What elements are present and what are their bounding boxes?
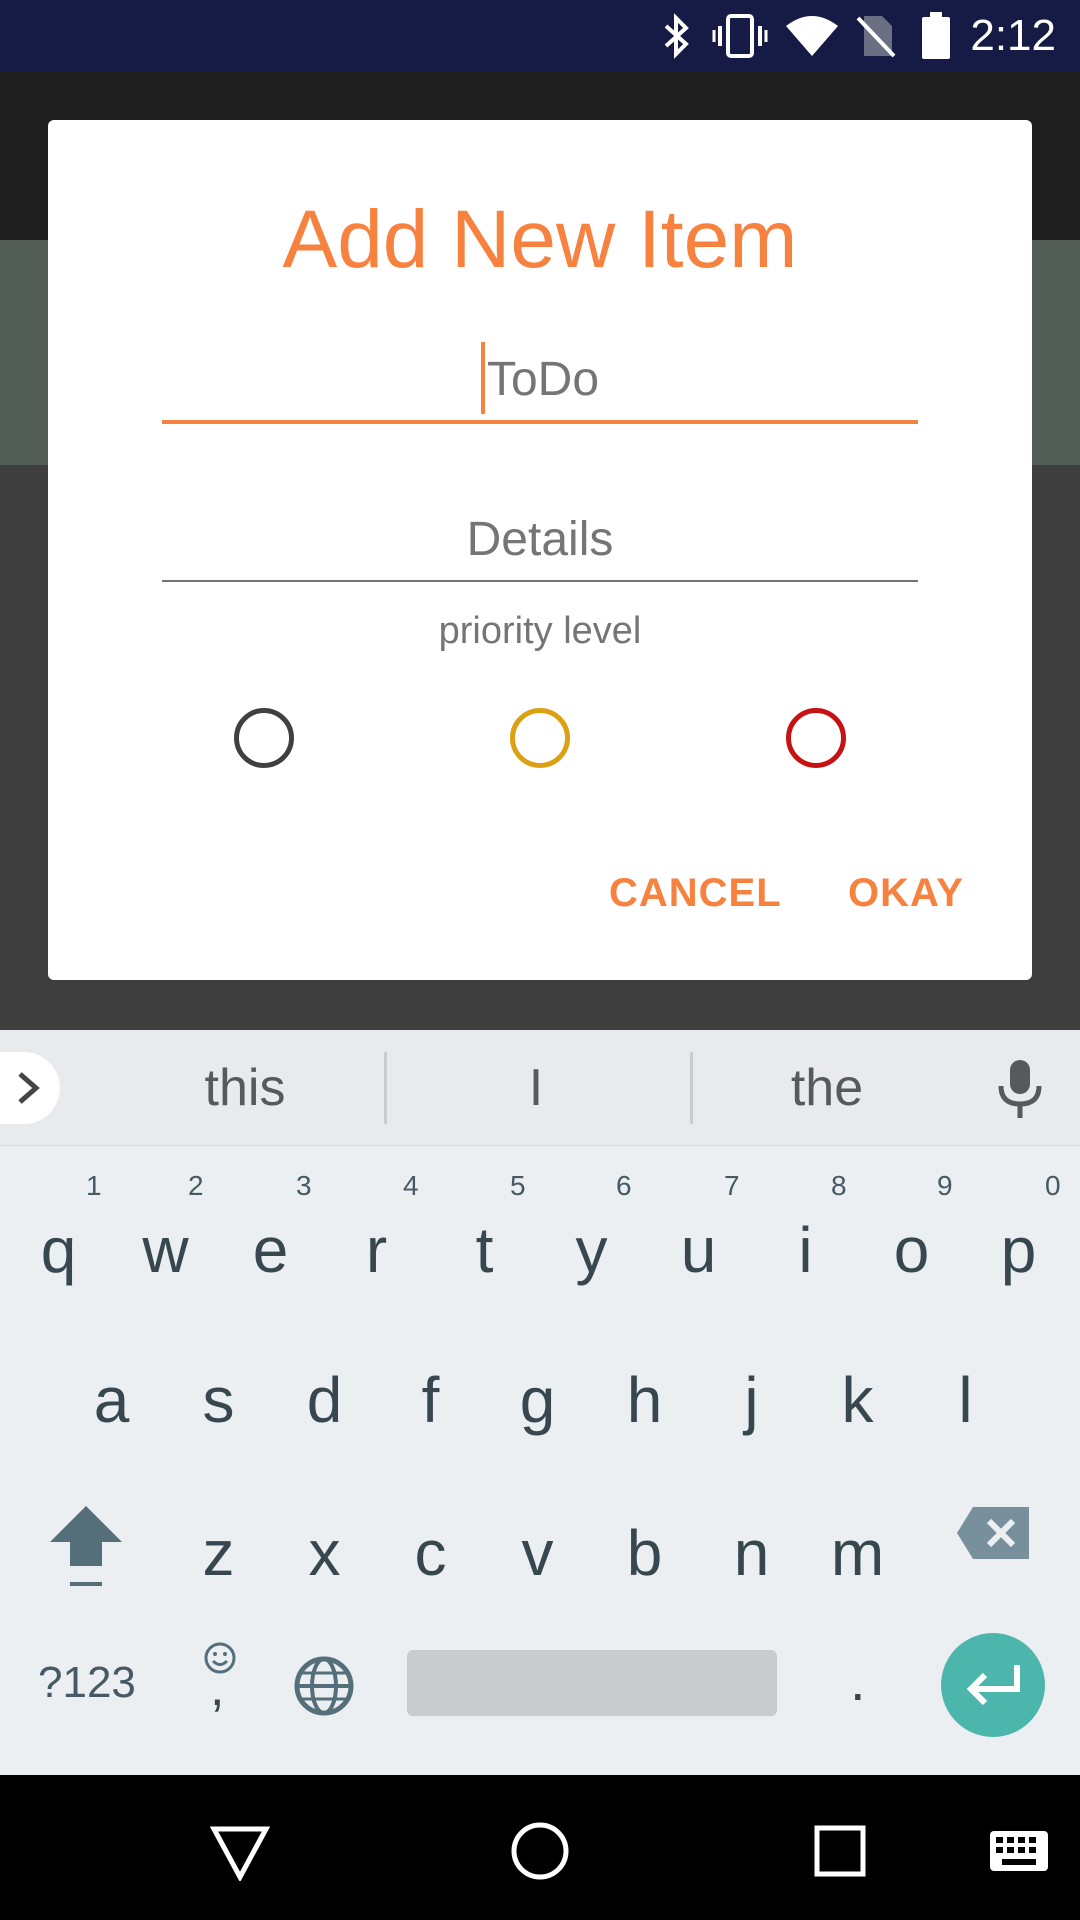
key-hint: 3 xyxy=(296,1170,312,1201)
key-u[interactable]: u xyxy=(645,1210,752,1290)
key-i[interactable]: i xyxy=(752,1210,859,1290)
cancel-button[interactable]: CANCEL xyxy=(609,865,782,921)
symbols-key[interactable]: ?123 xyxy=(38,1658,136,1708)
key-hint: 2 xyxy=(188,1170,204,1201)
key-r[interactable]: r xyxy=(323,1210,430,1290)
key-c[interactable]: c xyxy=(377,1513,484,1593)
back-icon[interactable] xyxy=(210,1825,270,1881)
todo-placeholder: ToDo xyxy=(486,353,600,406)
home-icon[interactable] xyxy=(510,1821,570,1881)
todo-input[interactable]: ToDo xyxy=(162,340,918,424)
okay-button[interactable]: OKAY xyxy=(848,865,964,921)
key-y[interactable]: y xyxy=(538,1210,645,1290)
space-key[interactable] xyxy=(407,1650,777,1716)
key-hint: 8 xyxy=(831,1170,847,1201)
key-hint: 9 xyxy=(937,1170,953,1201)
wifi-icon xyxy=(786,16,838,56)
emoji-comma-key[interactable]: , xyxy=(196,1640,246,1720)
key-m[interactable]: m xyxy=(804,1513,911,1593)
navigation-bar xyxy=(0,1775,1080,1920)
key-b[interactable]: b xyxy=(591,1513,698,1593)
key-a[interactable]: a xyxy=(58,1360,165,1440)
status-time: 2:12 xyxy=(970,11,1056,60)
key-g[interactable]: g xyxy=(484,1360,591,1440)
key-k[interactable]: k xyxy=(804,1360,911,1440)
keyboard-switch-icon[interactable] xyxy=(988,1829,1050,1873)
key-h[interactable]: h xyxy=(591,1360,698,1440)
suggestion-2[interactable]: I xyxy=(386,1052,686,1124)
enter-key[interactable] xyxy=(941,1633,1045,1737)
suggestion-1[interactable]: this xyxy=(90,1052,400,1124)
suggestion-bar: this I the xyxy=(0,1030,1080,1146)
priority-low-radio[interactable] xyxy=(234,708,294,768)
details-input[interactable]: Details xyxy=(162,500,918,582)
key-hint: 7 xyxy=(724,1170,740,1201)
key-q[interactable]: q xyxy=(5,1210,112,1290)
suggestion-3[interactable]: the xyxy=(692,1052,962,1124)
key-hint: 0 xyxy=(1045,1170,1061,1201)
priority-medium-radio[interactable] xyxy=(510,708,570,768)
bluetooth-icon xyxy=(664,13,689,59)
soft-keyboard: this I the 1 q 2 w 3 e 4 r 5 t 6 y 7 u 8… xyxy=(0,1030,1080,1775)
period-key[interactable]: . xyxy=(850,1648,866,1713)
key-hint: 1 xyxy=(86,1170,102,1201)
vibrate-icon xyxy=(712,14,768,58)
battery-icon xyxy=(922,12,950,59)
key-o[interactable]: o xyxy=(858,1210,965,1290)
key-t[interactable]: t xyxy=(431,1210,538,1290)
priority-high-radio[interactable] xyxy=(786,708,846,768)
status-bar: 2:12 xyxy=(0,0,1080,72)
key-d[interactable]: d xyxy=(271,1360,378,1440)
microphone-icon[interactable] xyxy=(995,1058,1045,1120)
shift-icon[interactable] xyxy=(46,1500,126,1600)
comma-label: , xyxy=(210,1659,225,1717)
key-z[interactable]: z xyxy=(165,1513,272,1593)
key-f[interactable]: f xyxy=(377,1360,484,1440)
key-hint: 5 xyxy=(510,1170,526,1201)
key-w[interactable]: w xyxy=(112,1210,219,1290)
expand-suggestions-button[interactable] xyxy=(0,1052,60,1124)
key-j[interactable]: j xyxy=(698,1360,805,1440)
priority-label: priority level xyxy=(438,610,642,652)
key-hint: 4 xyxy=(403,1170,419,1201)
recents-icon[interactable] xyxy=(814,1825,866,1877)
dialog-title: Add New Item xyxy=(282,194,798,285)
key-v[interactable]: v xyxy=(484,1513,591,1593)
key-l[interactable]: l xyxy=(912,1360,1019,1440)
no-sim-icon xyxy=(856,16,896,58)
enter-icon xyxy=(966,1665,1020,1706)
add-item-dialog: Add New Item ToDo Details priority level… xyxy=(48,120,1032,980)
chevron-right-icon xyxy=(18,1072,40,1104)
backspace-icon[interactable] xyxy=(955,1505,1031,1561)
key-x[interactable]: x xyxy=(271,1513,378,1593)
details-placeholder: Details xyxy=(466,513,614,566)
key-s[interactable]: s xyxy=(165,1360,272,1440)
globe-icon[interactable] xyxy=(293,1655,355,1717)
key-n[interactable]: n xyxy=(698,1513,805,1593)
key-e[interactable]: e xyxy=(217,1210,324,1290)
text-cursor xyxy=(480,342,485,415)
key-p[interactable]: p xyxy=(965,1210,1072,1290)
key-hint: 6 xyxy=(616,1170,632,1201)
